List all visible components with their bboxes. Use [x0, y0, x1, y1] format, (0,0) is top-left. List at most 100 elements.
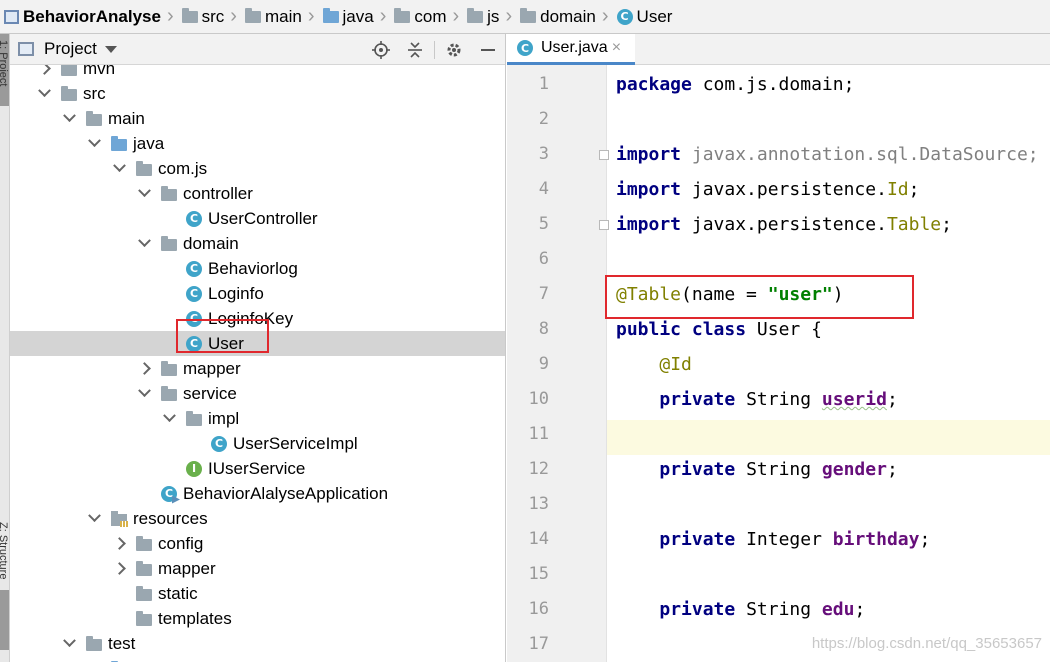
tree-item-src[interactable]: src	[10, 81, 505, 106]
tree-item-label: mapper	[183, 358, 241, 378]
expand-arrow-icon[interactable]	[37, 87, 51, 101]
tree-item-resources[interactable]: resources	[10, 506, 505, 531]
line-number: 1	[538, 74, 549, 94]
breadcrumb-item-com[interactable]: com	[390, 0, 448, 33]
source-folder-icon	[322, 7, 339, 23]
tree-item-behavioralalyseapplication[interactable]: C BehaviorAlalyseApplication	[10, 481, 505, 506]
collapsed-arrow-icon[interactable]	[137, 362, 151, 376]
project-icon	[4, 9, 19, 24]
code-token: Table	[886, 214, 942, 235]
expand-arrow-icon[interactable]	[87, 512, 101, 526]
tree-item-main[interactable]: main	[10, 106, 505, 131]
folder-icon	[244, 7, 261, 23]
tree-item-label: com.js	[158, 158, 208, 178]
line-number: 12	[528, 459, 549, 479]
tree-item-service[interactable]: service	[10, 381, 505, 406]
code-token: Id	[886, 179, 909, 200]
expand-arrow-icon[interactable]	[162, 412, 176, 426]
code-area[interactable]: package com.js.domain; import javax.annot…	[607, 65, 1050, 662]
tree-item-label: domain	[183, 233, 239, 253]
tree-item-label: resources	[133, 508, 208, 528]
code-token: ;	[886, 459, 898, 480]
structure-tool-label: Z: Structure	[0, 522, 9, 580]
class-icon: C	[517, 40, 533, 56]
tree-item-com-js[interactable]: com.js	[10, 156, 505, 181]
expand-arrow-icon[interactable]	[62, 637, 76, 651]
breadcrumb-item-main[interactable]: main	[241, 0, 304, 33]
expand-arrow-icon[interactable]	[62, 112, 76, 126]
folder-icon	[136, 586, 152, 601]
code-line: private String userid;	[616, 389, 897, 410]
settings-button[interactable]	[437, 34, 471, 65]
hide-panel-button[interactable]	[471, 34, 505, 65]
class-icon: C	[186, 285, 202, 302]
tree-item-controller[interactable]: controller	[10, 181, 505, 206]
folder-icon	[61, 65, 77, 76]
tree-item-templates[interactable]: templates	[10, 606, 505, 631]
line-number: 8	[538, 319, 549, 339]
tree-item-loginfo[interactable]: C Loginfo	[10, 281, 505, 306]
tree-item-userserviceimpl[interactable]: C UserServiceImpl	[10, 431, 505, 456]
tree-item-usercontroller[interactable]: C UserController	[10, 206, 505, 231]
tree-item-static[interactable]: static	[10, 581, 505, 606]
code-line: import javax.persistence.Table;	[616, 214, 952, 235]
breadcrumb-item-user[interactable]: C User	[613, 0, 675, 33]
line-number: 14	[528, 529, 549, 549]
expand-arrow-icon[interactable]	[137, 187, 151, 201]
collapse-all-button[interactable]	[398, 34, 432, 65]
locate-file-button[interactable]	[364, 34, 398, 65]
tree-item-mapper[interactable]: mapper	[10, 356, 505, 381]
folder-icon	[86, 636, 102, 651]
tree-item-iuserservice[interactable]: I IUserService	[10, 456, 505, 481]
breadcrumb-item-src[interactable]: src	[178, 0, 227, 33]
folder-icon	[161, 186, 177, 201]
close-icon[interactable]: ×	[612, 39, 621, 57]
package-icon	[394, 7, 411, 23]
expand-arrow-icon[interactable]	[87, 137, 101, 151]
tree-item-java[interactable]: java	[10, 131, 505, 156]
current-line-highlight	[607, 420, 1050, 455]
tree-item-label: controller	[183, 183, 253, 203]
tool-window-stripe: 1: Project Z: Structure	[0, 34, 10, 662]
expand-arrow-icon[interactable]	[112, 162, 126, 176]
tree-item-test[interactable]: test	[10, 631, 505, 656]
breadcrumb-item-java[interactable]: java	[319, 0, 376, 33]
code-token: javax.persistence.	[691, 179, 887, 200]
breadcrumb-item-project[interactable]: BehaviorAnalyse	[0, 0, 163, 33]
breadcrumb-item-domain[interactable]: domain	[516, 0, 598, 33]
toolbar-divider	[434, 40, 435, 59]
tree-item-mvn[interactable]: mvn	[10, 65, 505, 81]
line-number: 11	[528, 424, 549, 444]
tab-user-java[interactable]: C User.java ×	[507, 34, 635, 65]
code-line: @Id	[616, 354, 692, 375]
folder-icon	[136, 536, 152, 551]
collapsed-arrow-icon[interactable]	[37, 65, 51, 76]
project-tree-scrollbar[interactable]	[505, 116, 506, 262]
tree-item-domain[interactable]: domain	[10, 231, 505, 256]
code-token: private	[659, 389, 747, 410]
breadcrumb-separator: ›	[230, 5, 237, 27]
tree-item-config[interactable]: config	[10, 531, 505, 556]
breadcrumb-separator: ›	[307, 5, 315, 27]
tree-item-impl[interactable]: impl	[10, 406, 505, 431]
breadcrumb-separator: ›	[452, 5, 460, 27]
expand-arrow-icon[interactable]	[137, 387, 151, 401]
breadcrumb-item-js[interactable]: js	[463, 0, 501, 33]
tree-item-mapper[interactable]: mapper	[10, 556, 505, 581]
tree-item-java[interactable]: java	[10, 656, 505, 662]
project-panel-title: Project	[44, 39, 97, 58]
structure-tool-button[interactable]	[0, 590, 9, 650]
collapsed-arrow-icon[interactable]	[112, 537, 126, 551]
code-token: String	[746, 389, 822, 410]
tree-item-behaviorlog[interactable]: C Behaviorlog	[10, 256, 505, 281]
gear-icon	[447, 43, 461, 56]
tab-label: User.java	[541, 39, 608, 56]
expand-arrow-icon[interactable]	[137, 237, 151, 251]
code-line: private String gender;	[616, 459, 898, 480]
code-token: import	[616, 214, 692, 235]
project-view-selector[interactable]: Project	[18, 39, 117, 59]
tree-item-label: java	[133, 133, 165, 153]
code-token: birthday	[832, 529, 920, 550]
collapsed-arrow-icon[interactable]	[112, 562, 126, 576]
